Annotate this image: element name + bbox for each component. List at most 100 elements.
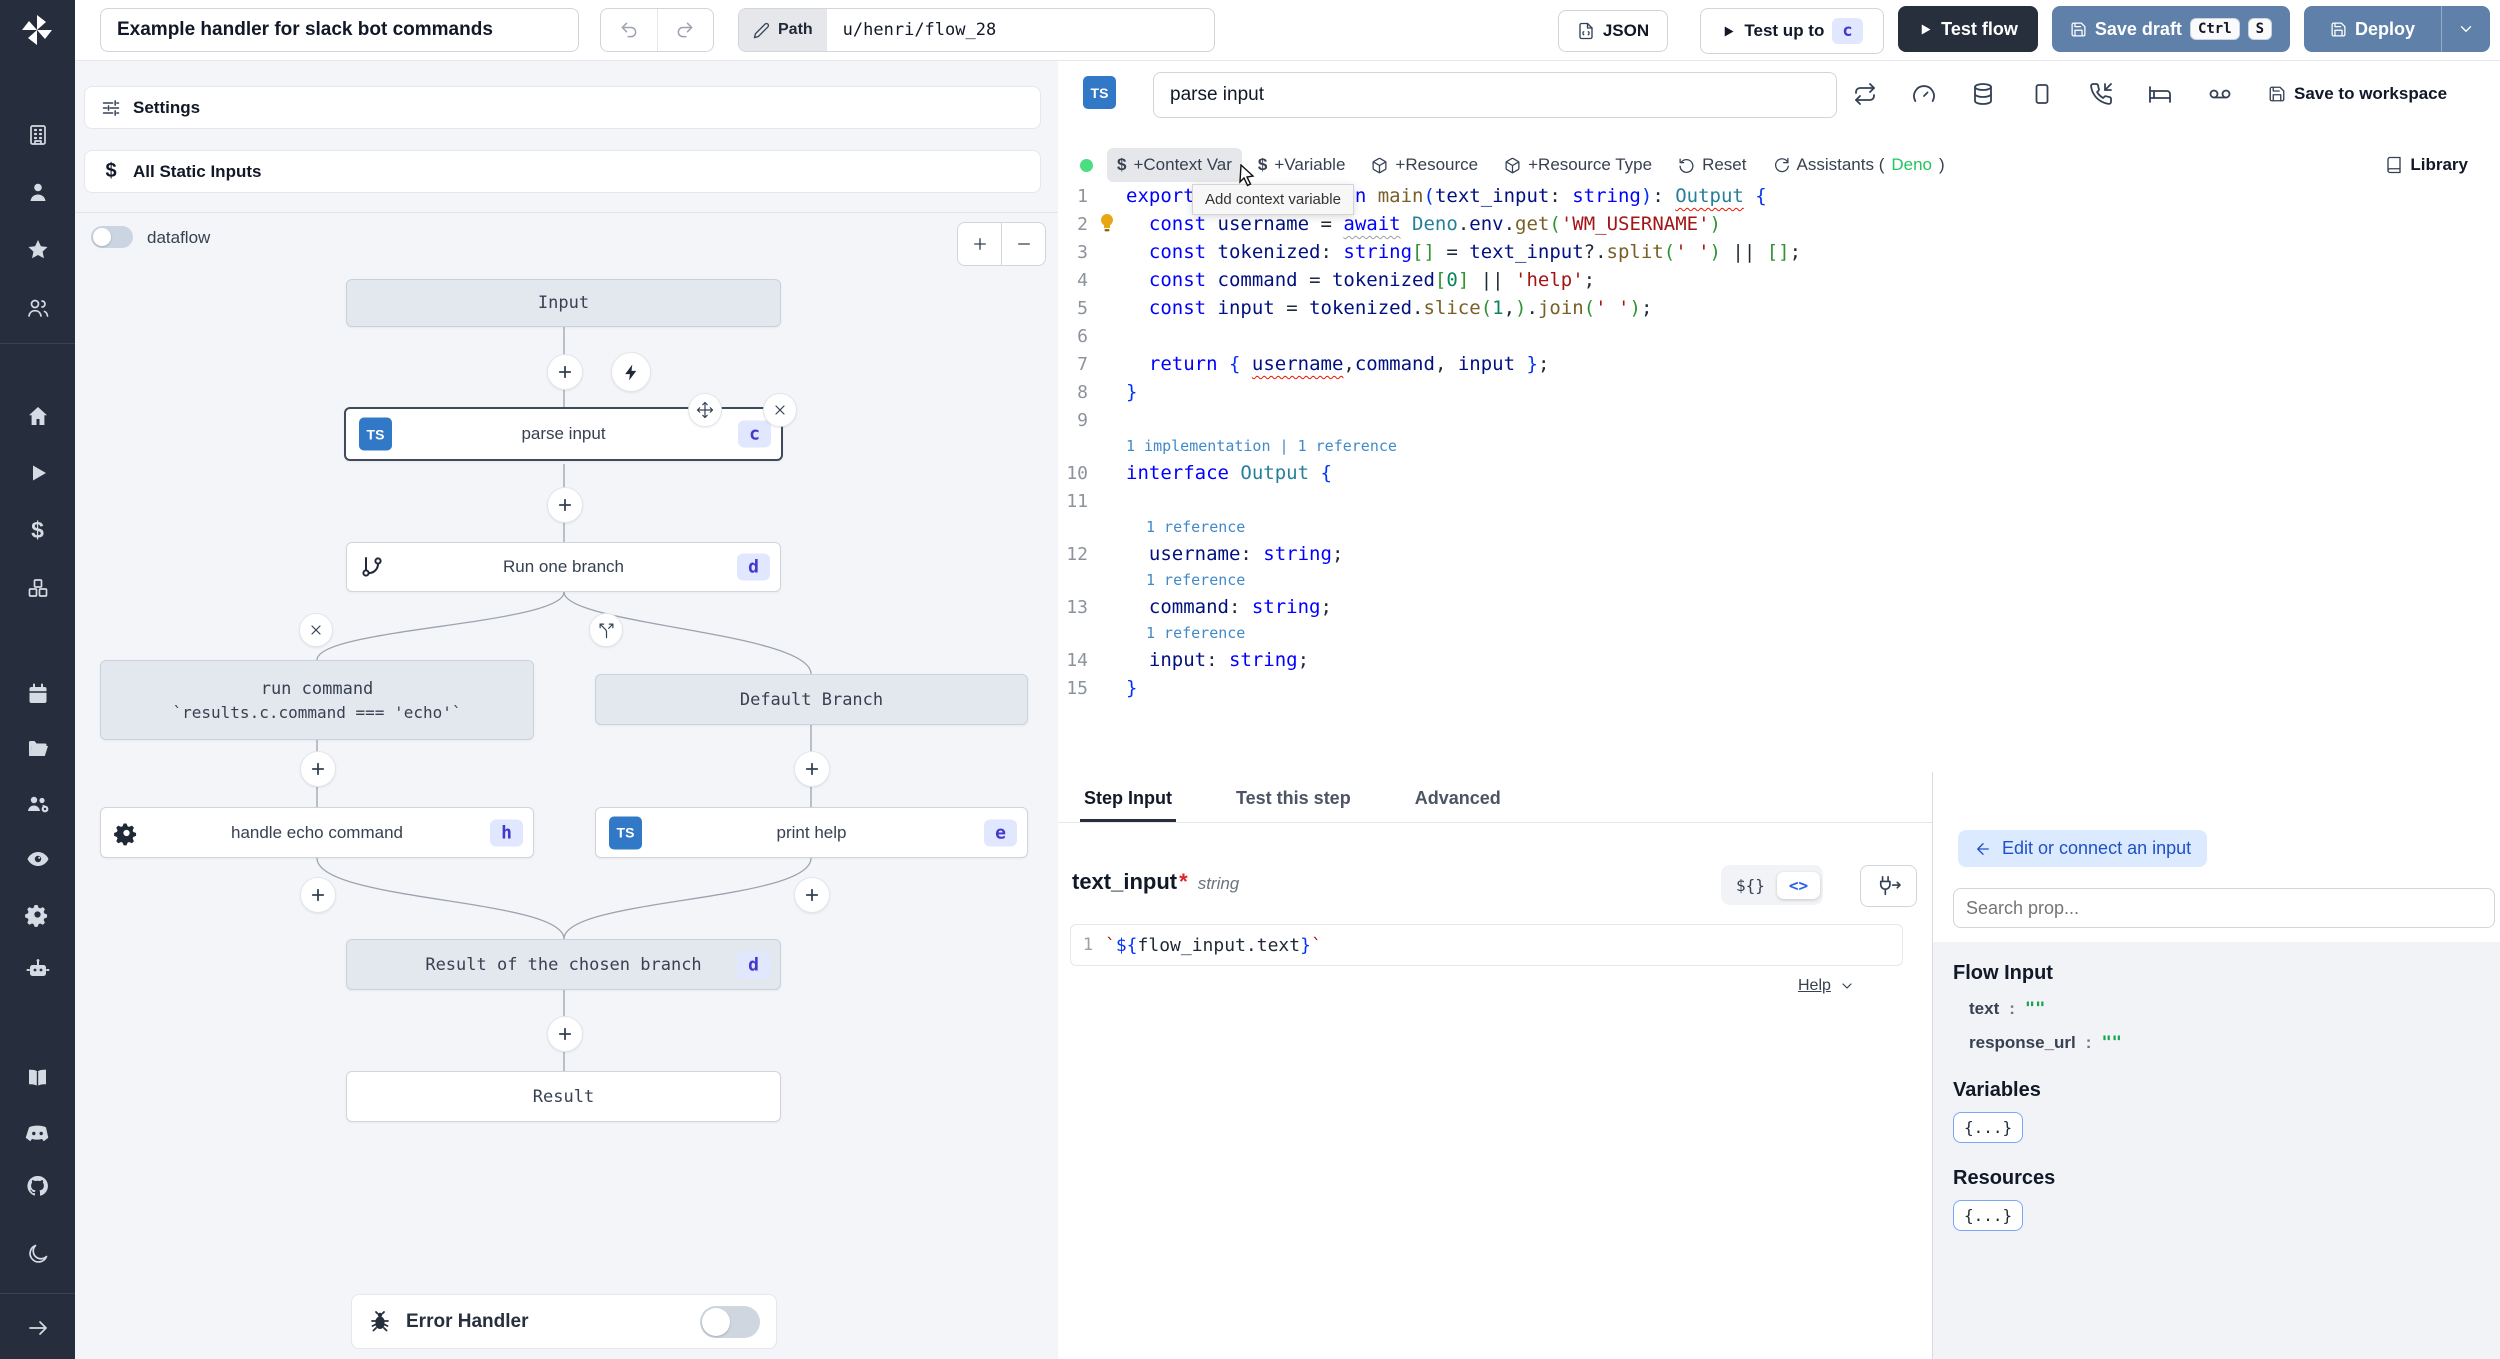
- node-default-branch[interactable]: Default Branch: [595, 674, 1028, 725]
- add-variable-button[interactable]: $ +Variable: [1248, 148, 1356, 182]
- phone-incoming-icon[interactable]: [2089, 82, 2113, 106]
- test-flow-button[interactable]: Test flow: [1898, 6, 2038, 52]
- sidebar-item-favorites[interactable]: [0, 228, 75, 272]
- repeat-icon[interactable]: [1853, 82, 1877, 106]
- add-context-var-button[interactable]: $ +Context Var: [1107, 148, 1242, 182]
- codelens-link[interactable]: 1 reference: [1146, 621, 2500, 646]
- sidebar-item-theme[interactable]: [0, 1232, 75, 1276]
- json-button[interactable]: JSON: [1558, 10, 1668, 52]
- undo-button[interactable]: [601, 9, 658, 51]
- redo-button[interactable]: [658, 9, 714, 51]
- trigger-button[interactable]: [611, 352, 651, 392]
- edit-or-connect-button[interactable]: Edit or connect an input: [1958, 830, 2208, 867]
- search-prop-input[interactable]: [1953, 888, 2495, 928]
- help-link[interactable]: Help: [1798, 977, 1855, 995]
- code-mode-button[interactable]: <>: [1776, 871, 1821, 899]
- save-draft-button[interactable]: Save draft Ctrl S: [2052, 6, 2290, 52]
- sidebar-expand-button[interactable]: [0, 1306, 75, 1350]
- tab-advanced[interactable]: Advanced: [1411, 772, 1505, 822]
- tooltip: Add context variable: [1192, 184, 1354, 215]
- node-print-help-badge: e: [984, 819, 1017, 846]
- connect-input-button[interactable]: [1860, 865, 1917, 907]
- node-branch-result-label: Result of the chosen branch: [425, 954, 702, 975]
- gauge-icon[interactable]: [1912, 82, 1936, 106]
- code-line: 15}: [1066, 677, 1138, 699]
- delete-step-button[interactable]: [763, 393, 797, 427]
- expression-editor[interactable]: 1 `${flow_input.text}`: [1070, 924, 1903, 966]
- tab-step-input[interactable]: Step Input: [1080, 772, 1176, 822]
- sidebar-item-workspace[interactable]: [0, 113, 75, 157]
- node-parse-input-badge: c: [738, 420, 771, 448]
- sidebar-item-audit[interactable]: [0, 837, 75, 881]
- code-editor[interactable]: 1export async function main(text_input: …: [1058, 182, 2500, 702]
- node-handle-echo-command[interactable]: handle echo command h: [100, 807, 534, 858]
- sidebar-item-variables[interactable]: $: [0, 508, 75, 552]
- resources-object-chip[interactable]: {...}: [1953, 1200, 2024, 1231]
- add-step-button[interactable]: [300, 877, 336, 913]
- sidebar-item-settings[interactable]: [0, 892, 75, 936]
- path-edit-button[interactable]: Path: [739, 9, 827, 51]
- tab-test-this-step[interactable]: Test this step: [1232, 772, 1355, 822]
- add-resource-button[interactable]: +Resource: [1361, 148, 1488, 182]
- test-up-to-step-badge: c: [1832, 18, 1863, 44]
- bed-icon[interactable]: [2148, 82, 2172, 106]
- sidebar-item-home[interactable]: [0, 394, 75, 438]
- code-line: 13 command: string;: [1066, 596, 1332, 618]
- template-mode-button[interactable]: ${}: [1724, 872, 1777, 899]
- step-name-input[interactable]: parse input: [1153, 72, 1837, 118]
- typescript-icon: TS: [609, 816, 642, 849]
- code-line: 14 input: string;: [1066, 649, 1310, 671]
- node-print-help[interactable]: TS print help e: [595, 807, 1028, 858]
- variables-object-chip[interactable]: {...}: [1953, 1112, 2024, 1143]
- package-icon: [1372, 157, 1387, 173]
- prop-colon: :: [2009, 999, 2015, 1018]
- sidebar-item-discord[interactable]: [0, 1111, 75, 1155]
- test-up-to-button[interactable]: Test up to c: [1700, 8, 1884, 54]
- code-line: 6: [1077, 326, 1088, 347]
- sidebar-item-resources[interactable]: [0, 566, 75, 610]
- sidebar-item-user[interactable]: [0, 170, 75, 214]
- deploy-dropdown-button[interactable]: [2441, 6, 2490, 52]
- sidebar-item-runs[interactable]: [0, 451, 75, 495]
- tablet-icon[interactable]: [2030, 82, 2054, 106]
- deploy-button[interactable]: Deploy: [2304, 19, 2441, 40]
- codelens-link[interactable]: 1 reference: [1146, 515, 2500, 540]
- node-input[interactable]: Input: [346, 279, 781, 327]
- add-step-button[interactable]: [794, 877, 830, 913]
- add-branch-button[interactable]: [589, 613, 623, 647]
- add-step-button[interactable]: [794, 751, 830, 787]
- reset-button[interactable]: Reset: [1668, 148, 1756, 182]
- voicemail-icon[interactable]: [2207, 82, 2233, 106]
- sidebar-item-docs[interactable]: [0, 1056, 75, 1100]
- move-step-button[interactable]: [688, 393, 722, 427]
- node-run-one-branch[interactable]: Run one branch d: [346, 542, 781, 592]
- sidebar-item-users[interactable]: [0, 286, 75, 330]
- save-to-workspace-label: Save to workspace: [2294, 84, 2448, 103]
- path-value-input[interactable]: u/henri/flow_28: [827, 20, 1013, 40]
- sidebar-item-folders[interactable]: [0, 727, 75, 771]
- codelens-link[interactable]: 1 implementation | 1 reference: [1126, 434, 2500, 459]
- sidebar-item-schedules[interactable]: [0, 672, 75, 716]
- sidebar-item-groups[interactable]: [0, 782, 75, 826]
- remove-branch-button[interactable]: [299, 613, 333, 647]
- node-result[interactable]: Result: [346, 1071, 781, 1122]
- add-step-button[interactable]: [547, 1016, 583, 1052]
- codelens-link[interactable]: 1 reference: [1146, 568, 2500, 593]
- library-button[interactable]: Library: [2375, 148, 2478, 182]
- add-step-button[interactable]: [547, 487, 583, 523]
- prop-row-response-url[interactable]: response_url : "": [1969, 1033, 2500, 1053]
- arrow-left-icon: [1977, 842, 1989, 855]
- add-step-button[interactable]: [300, 751, 336, 787]
- add-resource-type-button[interactable]: +Resource Type: [1494, 148, 1662, 182]
- save-to-workspace-button[interactable]: Save to workspace: [2268, 84, 2447, 104]
- sidebar-item-github[interactable]: [0, 1164, 75, 1208]
- add-step-button[interactable]: [547, 354, 583, 390]
- sidebar-item-ai[interactable]: [0, 947, 75, 991]
- node-branch-result[interactable]: Result of the chosen branch d: [346, 939, 781, 990]
- assistants-button[interactable]: Assistants (Deno): [1763, 148, 1955, 182]
- lightbulb-icon[interactable]: [1098, 213, 1116, 233]
- database-icon[interactable]: [1971, 82, 1995, 106]
- prop-row-text[interactable]: text : "": [1969, 999, 2500, 1019]
- flow-title-input[interactable]: Example handler for slack bot commands: [100, 8, 579, 52]
- node-run-command-branch[interactable]: run command `results.c.command === 'echo…: [100, 660, 534, 740]
